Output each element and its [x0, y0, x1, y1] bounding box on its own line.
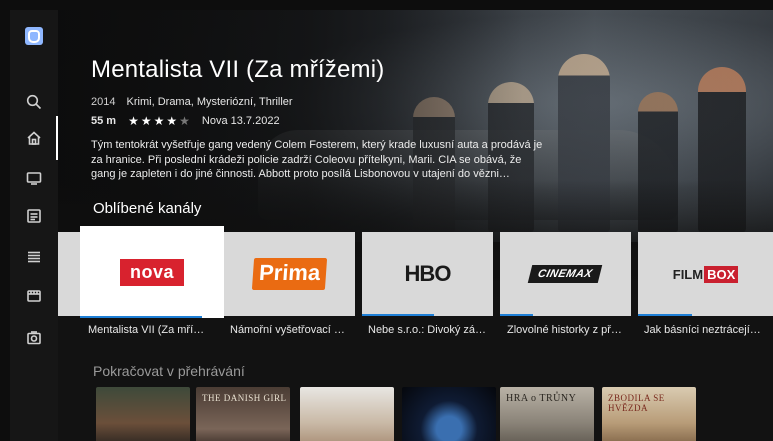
star-filled-icon: ★ — [128, 114, 141, 128]
nova-logo: nova — [119, 258, 184, 286]
poster-title: HRA o TRŮNY — [506, 393, 577, 404]
home-icon[interactable] — [24, 128, 44, 148]
program-duration: 55 m — [91, 115, 117, 127]
program-year: 2014 — [91, 96, 116, 108]
continue-poster[interactable]: HRA o TRŮNY — [500, 387, 594, 441]
continue-poster[interactable]: THE DANISH GIRL — [196, 387, 290, 441]
channel-program-title: Jak básníci neztrácejí… — [644, 324, 761, 336]
channel-tile-nova[interactable]: nova — [80, 226, 224, 318]
prima-logo: Prima — [251, 258, 328, 290]
tv-app-screen: Mentalista VII (Za mřížemi) 2014 Krimi, … — [10, 10, 773, 441]
program-channel-date: Nova 13.7.2022 — [201, 115, 280, 127]
continue-watching-heading: Pokračovat v přehrávání — [93, 363, 245, 379]
channel-program-title: Zlovolné historky z př… — [507, 324, 622, 336]
app-logo — [25, 27, 43, 45]
channel-program-title: Mentalista VII (Za mří… — [88, 324, 205, 336]
rating-stars: ★★★★★ — [128, 114, 192, 128]
program-title: Mentalista VII (Za mřížemi) — [91, 56, 385, 83]
channel-tile-filmbox[interactable]: FILM BOX — [638, 232, 773, 316]
continue-poster[interactable]: ZBODILA SE HVĚZDA — [602, 387, 696, 441]
program-meta-line: 2014 Krimi, Drama, Mysteriózní, Thriller — [91, 96, 293, 108]
list-icon[interactable] — [24, 247, 44, 267]
cinemax-logo: CINEMAX — [528, 265, 603, 283]
channel-progress-bar — [80, 316, 202, 318]
poster-title: ZBODILA SE HVĚZDA — [608, 393, 665, 413]
active-nav-indicator — [56, 116, 58, 160]
filmbox-logo: FILM BOX — [672, 265, 739, 283]
favorite-channels-heading: Oblíbené kanály — [93, 200, 202, 217]
star-empty-icon: ★ — [179, 114, 192, 128]
filmbox-logo-film: FILM — [672, 266, 704, 282]
search-icon[interactable] — [24, 92, 44, 112]
channel-tile-hbo[interactable]: HBO — [362, 232, 493, 316]
channel-program-title: Námořní vyšetřovací … — [230, 324, 345, 336]
recordings-icon[interactable] — [24, 328, 44, 348]
channel-tile-cinemax[interactable]: CINEMAX — [500, 232, 631, 316]
continue-poster[interactable] — [96, 387, 190, 441]
channel-progress-bar — [362, 314, 434, 316]
hbo-logo: HBO — [404, 261, 452, 286]
channel-progress-bar — [500, 314, 533, 316]
star-filled-icon: ★ — [166, 114, 180, 128]
star-filled-icon: ★ — [153, 114, 167, 128]
program-description: Tým tentokrát vyšetřuje gang vedený Cole… — [91, 139, 543, 180]
program-genres: Krimi, Drama, Mysteriózní, Thriller — [126, 96, 293, 108]
sidebar — [10, 10, 58, 441]
tv-icon[interactable] — [24, 168, 44, 188]
channel-tile-partial[interactable] — [58, 232, 80, 316]
channel-progress-bar — [638, 314, 692, 316]
filmbox-logo-box: BOX — [704, 265, 739, 283]
star-filled-icon: ★ — [140, 114, 154, 128]
continue-poster[interactable] — [300, 387, 394, 441]
guide-icon[interactable] — [24, 206, 44, 226]
poster-title: THE DANISH GIRL — [202, 393, 287, 403]
channel-tile-prima[interactable]: Prima — [224, 232, 355, 316]
channel-program-title: Nebe s.r.o.: Divoký zá… — [368, 324, 486, 336]
program-info-line: 55 m ★★★★★ Nova 13.7.2022 — [91, 114, 280, 128]
continue-poster[interactable] — [402, 387, 496, 441]
movie-icon[interactable] — [24, 286, 44, 306]
